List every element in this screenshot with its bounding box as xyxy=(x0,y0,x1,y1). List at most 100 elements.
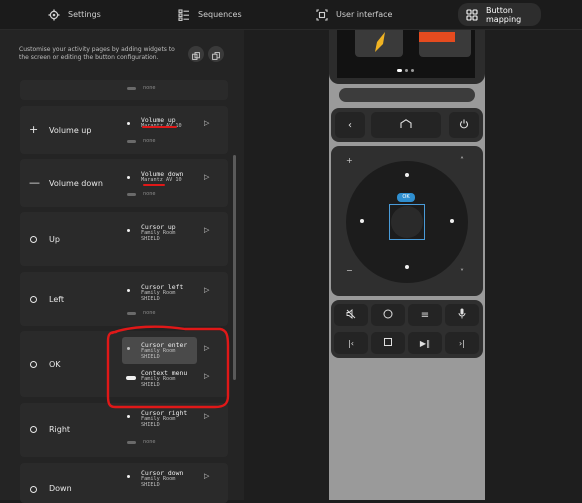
play-pause-button[interactable]: ▶‖ xyxy=(408,332,442,354)
dot-icon xyxy=(127,475,130,478)
button-card-partial[interactable]: none xyxy=(20,80,228,100)
button-card-down[interactable]: Down Cursor down Family Room SHIELD ▷ xyxy=(20,463,228,503)
red-underline xyxy=(142,126,177,128)
red-underline xyxy=(143,184,165,186)
dpad-up[interactable] xyxy=(405,173,409,177)
ring-icon xyxy=(30,486,37,493)
next-button[interactable]: ›| xyxy=(445,332,479,354)
stop-icon xyxy=(384,337,392,349)
action-device: Marantz AV 10 xyxy=(141,177,182,183)
button-card-up[interactable]: Up Cursor up Family Room SHIELD ▷ xyxy=(20,212,228,266)
button-label: Left xyxy=(49,295,65,304)
button-label: Down xyxy=(49,484,72,493)
dot-icon xyxy=(127,415,130,418)
short-press-action[interactable]: Cursor up Family Room SHIELD ▷ xyxy=(125,222,220,248)
sequence-icon xyxy=(178,8,190,21)
short-press-action[interactable]: Cursor left Family Room SHIELD ▷ xyxy=(125,282,220,308)
page-dot-active xyxy=(397,69,402,72)
button-label: Volume down xyxy=(49,179,103,188)
red-annotation-outline xyxy=(106,325,230,409)
ring-icon xyxy=(30,236,37,243)
dot-icon xyxy=(127,176,130,179)
button-card-volume-up[interactable]: + Volume up Volume up Marantz AV 10 ▷ no… xyxy=(20,106,228,154)
short-press-action[interactable]: Cursor down Family Room SHIELD ▷ xyxy=(125,468,220,494)
button-label: Volume up xyxy=(49,126,92,135)
button-label: OK xyxy=(49,360,61,369)
duplicate-button[interactable] xyxy=(208,46,224,62)
play-icon[interactable]: ▷ xyxy=(204,119,209,127)
play-icon[interactable]: ▷ xyxy=(204,226,209,234)
intro-text: Customise your activity pages by adding … xyxy=(19,46,175,61)
home-button[interactable] xyxy=(371,112,441,138)
button-card-volume-down[interactable]: — Volume down Volume down Marantz AV 10 … xyxy=(20,159,228,207)
next-icon: ›| xyxy=(459,338,465,348)
duplicate-icon xyxy=(212,45,220,64)
dpad-down[interactable] xyxy=(405,265,409,269)
play-icon[interactable]: ▷ xyxy=(204,472,209,480)
play-icon[interactable]: ▷ xyxy=(204,173,209,181)
none-pill xyxy=(127,140,136,143)
circle-icon xyxy=(383,309,393,322)
page-dot xyxy=(405,69,408,72)
top-navigation: Settings Sequences User interface Button… xyxy=(0,0,582,30)
play-icon[interactable]: ▷ xyxy=(204,286,209,294)
app-tile[interactable] xyxy=(355,30,403,57)
app-tile[interactable] xyxy=(419,30,471,57)
none-pill xyxy=(127,193,136,196)
page-dot xyxy=(411,69,414,72)
chevron-up-icon[interactable]: ˄ xyxy=(460,156,464,165)
home-icon xyxy=(400,118,412,132)
power-button[interactable] xyxy=(449,112,479,138)
dpad[interactable]: OK xyxy=(346,161,468,283)
copy-icon xyxy=(192,45,200,64)
none-label: none xyxy=(143,191,156,197)
dot-icon xyxy=(127,289,130,292)
tab-user-interface-label: User interface xyxy=(336,10,393,19)
button-label: Up xyxy=(49,235,60,244)
ring-icon xyxy=(30,426,37,433)
play-pause-icon: ▶‖ xyxy=(419,338,431,348)
short-press-action[interactable]: Volume down Marantz AV 10 ▷ xyxy=(125,169,220,195)
dot-icon xyxy=(127,229,130,232)
circle-button[interactable] xyxy=(371,304,405,326)
previous-icon: |‹ xyxy=(348,338,354,348)
minus-icon: — xyxy=(29,176,40,189)
none-label: none xyxy=(143,439,156,445)
tab-settings-label: Settings xyxy=(68,10,101,19)
mute-icon xyxy=(346,308,356,322)
volume-plus-icon[interactable]: + xyxy=(346,156,353,165)
remote-grip-bar xyxy=(339,88,475,102)
microphone-icon xyxy=(458,308,466,322)
none-pill xyxy=(127,312,136,315)
tab-sequences[interactable]: Sequences xyxy=(170,3,250,26)
grid-icon xyxy=(466,8,478,21)
tab-button-mapping-label: Button mapping xyxy=(486,5,522,24)
dpad-right[interactable] xyxy=(450,219,454,223)
stop-button[interactable] xyxy=(371,332,405,354)
none-label: none xyxy=(143,138,156,144)
ring-icon xyxy=(30,296,37,303)
none-pill xyxy=(127,441,136,444)
action-device: SHIELD xyxy=(141,422,160,428)
short-press-action[interactable]: Volume up Marantz AV 10 ▷ xyxy=(125,115,220,141)
action-device: SHIELD xyxy=(141,236,160,242)
copy-button[interactable] xyxy=(188,46,204,62)
microphone-button[interactable] xyxy=(445,304,479,326)
mute-button[interactable] xyxy=(334,304,368,326)
none-label: none xyxy=(143,85,156,91)
tab-button-mapping[interactable]: Button mapping xyxy=(458,3,541,26)
tab-sequences-label: Sequences xyxy=(198,10,242,19)
action-device: SHIELD xyxy=(141,482,160,488)
ring-icon xyxy=(30,361,37,368)
tab-user-interface[interactable]: User interface xyxy=(308,3,400,26)
ok-button[interactable] xyxy=(391,206,423,238)
menu-icon: ≡ xyxy=(420,309,430,321)
back-button[interactable]: ‹ xyxy=(335,112,365,138)
menu-button[interactable]: ≡ xyxy=(408,304,442,326)
previous-button[interactable]: |‹ xyxy=(334,332,368,354)
volume-minus-icon[interactable]: − xyxy=(346,266,353,275)
play-icon[interactable]: ▷ xyxy=(204,412,209,420)
dpad-left[interactable] xyxy=(360,219,364,223)
tab-settings[interactable]: Settings xyxy=(40,3,109,26)
chevron-down-icon[interactable]: ˅ xyxy=(460,268,464,277)
